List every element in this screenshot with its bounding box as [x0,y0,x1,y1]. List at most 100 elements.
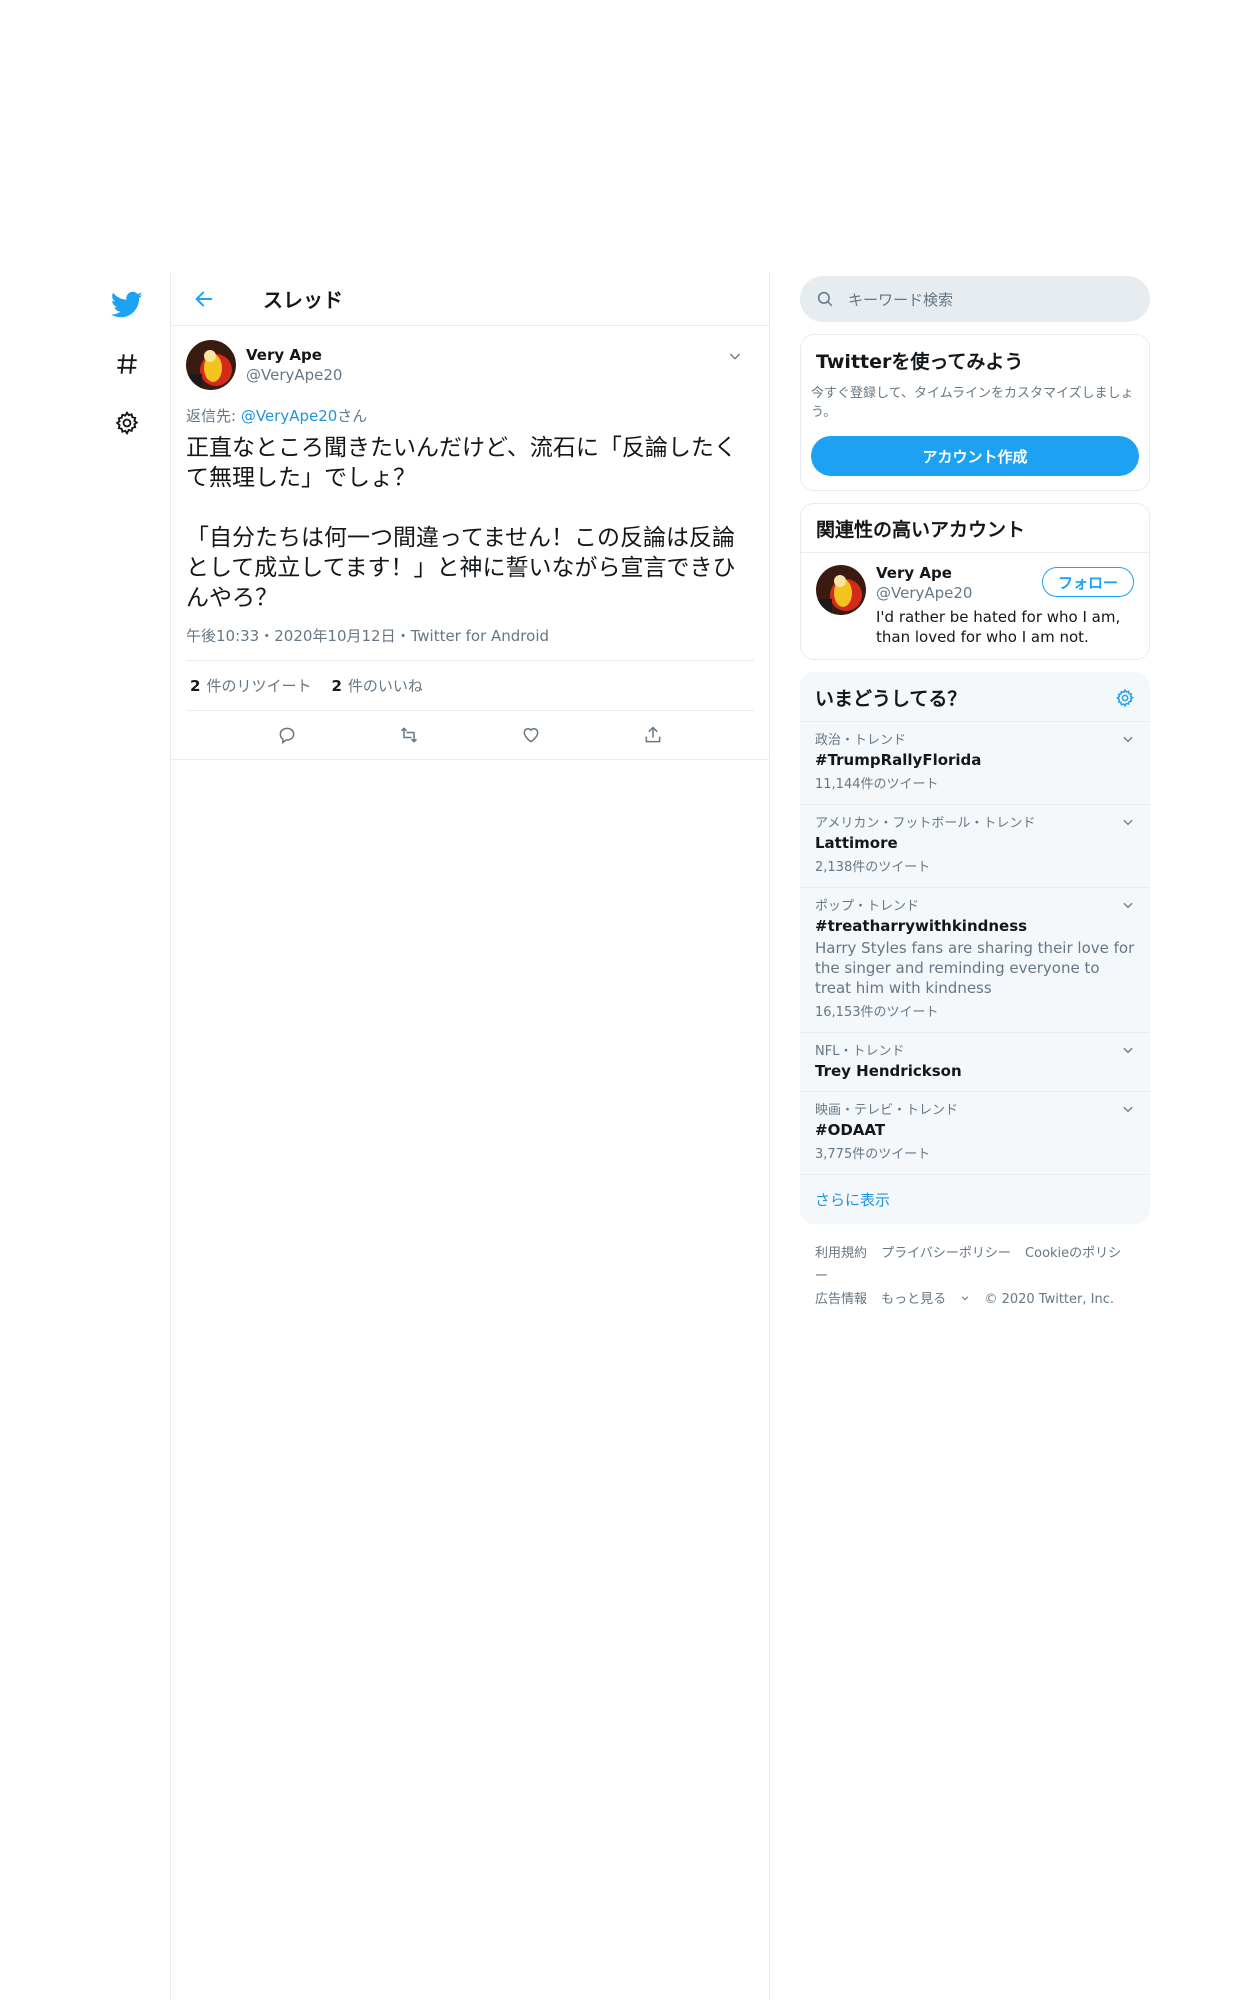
trend-context: アメリカン・フットボール・トレンド [815,816,1036,831]
create-account-button[interactable]: アカウント作成 [811,436,1139,476]
tweet-menu-button[interactable] [723,344,747,368]
trend-count: 11,144件のツイート [815,777,939,792]
trend-description: Harry Styles fans are sharing their love… [815,939,1135,997]
reply-button[interactable] [269,717,305,753]
right-sidebar: キーワード検索 Twitterを使ってみよう 今すぐ登録して、タイムラインをカス… [800,276,1150,1329]
footer-row: 利用規約 プライバシーポリシー Cookieのポリシー [815,1242,1135,1288]
trend-count: 3,775件のツイート [815,1147,931,1162]
retweet-label: 件のリツイート [206,677,312,695]
chevron-down-icon[interactable] [1121,1043,1135,1057]
back-button[interactable] [189,284,219,314]
related-account-bio: I'd rather be hated for who I am, than l… [876,608,1121,646]
like-stat[interactable]: 2 件のいいね [331,675,422,696]
hashtag-icon [117,354,137,374]
footer-privacy-link[interactable]: プライバシーポリシー [881,1246,1011,1261]
trend-count: 16,153件のツイート [815,1005,939,1020]
trend-context: 映画・テレビ・トレンド [815,1103,959,1118]
trend-context: ポップ・トレンド [815,899,920,914]
trend-name: #ODAAT [815,1121,886,1139]
share-button[interactable] [635,717,671,753]
gear-icon [115,411,139,436]
settings-link[interactable] [105,401,149,445]
main-column: スレッド Very Ape @VeryApe20 返信先: @VeryApe20… [170,272,770,2000]
explore-link[interactable] [105,342,149,386]
retweet-count: 2 [190,677,201,695]
retweet-stat[interactable]: 2 件のリツイート [190,675,311,696]
heart-icon [523,728,539,743]
footer-row: 広告情報 もっと見る © 2020 Twitter, Inc. [815,1288,1135,1311]
page-title: スレッド [263,288,343,312]
trend-context: NFL・トレンド [815,1044,905,1059]
signup-description: 今すぐ登録して、タイムラインをカスタマイズしましょう。 [811,386,1134,420]
trends-card: いまどうしてる？ 政治・トレンド #TrumpRallyFlorida 11,1… [800,672,1150,1224]
related-account[interactable]: Very Ape @VeryApe20 I'd rather be hated … [801,553,1149,659]
twitter-logo-link[interactable] [105,283,149,327]
avatar-image [186,340,236,390]
avatar-image [816,565,866,615]
trend-name: #treatharrywithkindness [815,917,1028,935]
search-placeholder: キーワード検索 [848,290,954,309]
avatar[interactable] [816,565,866,615]
trends-title: いまどうしてる？ [815,688,967,710]
trends-header: いまどうしてる？ [800,672,1150,722]
signup-card: Twitterを使ってみよう 今すぐ登録して、タイムラインをカスタマイズしましょ… [800,334,1150,491]
sidebar-footer: 利用規約 プライバシーポリシー Cookieのポリシー 広告情報 もっと見る ©… [800,1224,1150,1329]
trend-item[interactable]: ポップ・トレンド #treatharrywithkindness Harry S… [800,888,1150,1033]
like-button[interactable] [513,717,549,753]
trend-item[interactable]: 政治・トレンド #TrumpRallyFlorida 11,144件のツイート [800,722,1150,805]
chevron-down-icon [729,353,741,360]
trend-name: #TrumpRallyFlorida [815,751,982,769]
chevron-down-icon[interactable] [1121,815,1135,829]
footer-copyright: © 2020 Twitter, Inc. [984,1292,1114,1307]
trend-item[interactable]: アメリカン・フットボール・トレンド Lattimore 2,138件のツイート [800,805,1150,888]
tweet-timestamp[interactable]: 午後10:33・2020年10月12日・Twitter for Android [186,626,754,661]
back-arrow-icon [195,291,213,306]
tweet-actions [186,711,754,759]
footer-more-link[interactable]: もっと見る [881,1292,970,1307]
trend-item[interactable]: 映画・テレビ・トレンド #ODAAT 3,775件のツイート [800,1092,1150,1175]
trend-name: Lattimore [815,834,898,852]
tweet: Very Ape @VeryApe20 返信先: @VeryApe20さん 正直… [171,326,769,760]
like-label: 件のいいね [347,677,423,695]
page: スレッド Very Ape @VeryApe20 返信先: @VeryApe20… [0,0,1242,2000]
author-name[interactable]: Very Ape [246,345,342,365]
show-more-link[interactable]: さらに表示 [800,1175,1150,1224]
left-nav [105,283,149,460]
footer-more-label: もっと見る [881,1292,947,1307]
search-icon [817,291,833,307]
chevron-down-icon[interactable] [1121,732,1135,746]
trend-context: 政治・トレンド [815,733,907,748]
reply-prefix: 返信先: [186,407,241,425]
related-accounts-card: 関連性の高いアカウント Very Ape @VeryApe20 I'd rath… [800,503,1150,660]
thread-header: スレッド [171,272,769,326]
avatar[interactable] [186,340,236,390]
chevron-down-icon[interactable] [1121,1102,1135,1116]
divider [171,759,769,760]
gear-icon[interactable] [1115,688,1135,708]
like-count: 2 [331,677,342,695]
reply-icon [279,727,295,744]
trend-name: Trey Hendrickson [815,1062,962,1080]
retweet-button[interactable] [391,717,427,753]
related-accounts-title: 関連性の高いアカウント [801,504,1149,553]
chevron-down-icon[interactable] [1121,898,1135,912]
tweet-text: 正直なところ聞きたいんだけど、流石に「反論したくて無理した」でしょ？ 「自分たち… [186,435,737,611]
chevron-down-icon [962,1296,969,1301]
reply-handle-link[interactable]: @VeryApe20 [241,407,337,425]
footer-ads-link[interactable]: 広告情報 [815,1292,867,1307]
follow-button[interactable]: フォロー [1042,567,1134,597]
share-icon [645,726,661,743]
tweet-author: Very Ape @VeryApe20 [246,345,342,385]
twitter-bird-icon [111,291,143,318]
footer-terms-link[interactable]: 利用規約 [815,1246,867,1261]
author-handle[interactable]: @VeryApe20 [246,365,342,385]
trend-item[interactable]: NFL・トレンド Trey Hendrickson [800,1033,1150,1092]
retweet-icon [400,727,418,743]
reply-suffix: さん [337,407,368,425]
reply-to-line: 返信先: @VeryApe20さん [186,406,754,426]
tweet-author-row: Very Ape @VeryApe20 [186,334,754,396]
trend-count: 2,138件のツイート [815,860,931,875]
signup-title: Twitterを使ってみよう [816,351,1024,373]
tweet-stats: 2 件のリツイート 2 件のいいね [186,661,754,711]
search-input[interactable]: キーワード検索 [800,276,1150,322]
